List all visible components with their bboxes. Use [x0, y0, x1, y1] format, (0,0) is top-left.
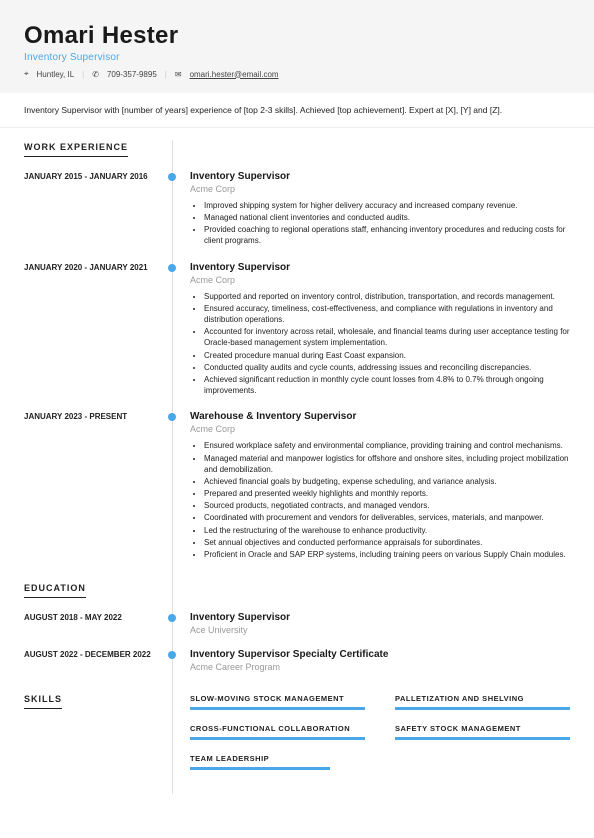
skill-item: CROSS-FUNCTIONAL COLLABORATION [190, 724, 365, 740]
timeline-dot [168, 173, 176, 181]
entry-bullets: Improved shipping system for higher deli… [190, 200, 570, 247]
entry-company: Acme Career Program [190, 662, 570, 672]
entry-body: Inventory Supervisor Acme Corp Supported a… [172, 262, 570, 398]
bullet-item: Set annual objectives and conducted perf… [204, 537, 570, 548]
entry-body: Inventory Supervisor Acme Corp Improved sh… [172, 171, 570, 248]
skill-bar [395, 707, 570, 710]
bullet-item: Created procedure manual during East Coa… [204, 350, 570, 361]
entry-bullets: Supported and reported on inventory cont… [190, 291, 570, 397]
skill-name: CROSS-FUNCTIONAL COLLABORATION [190, 724, 365, 733]
skill-bar [190, 707, 365, 710]
entry-row: JANUARY 2020 - JANUARY 2021Inventory Sup… [24, 262, 570, 398]
bullet-item: Managed material and manpower logistics … [204, 453, 570, 475]
entry-title: Inventory Supervisor Specialty Certifica… [190, 649, 570, 660]
content-area: WORK EXPERIENCE JANUARY 2015 - JANUARY 2… [0, 128, 594, 794]
entry-dates: JANUARY 2020 - JANUARY 2021 [24, 262, 172, 398]
email-icon: ✉ [175, 70, 182, 79]
phone-text: 709-357-9895 [107, 70, 157, 79]
bullet-item: Ensured workplace safety and environment… [204, 440, 570, 451]
section-header-education: EDUCATION [24, 569, 86, 598]
skill-name: SAFETY STOCK MANAGEMENT [395, 724, 570, 733]
entry-bullets: Ensured workplace safety and environment… [190, 440, 570, 560]
location-text: Huntley, IL [37, 70, 75, 79]
skill-bar [395, 737, 570, 740]
bullet-item: Improved shipping system for higher deli… [204, 200, 570, 211]
bullet-item: Prepared and presented weekly highlights… [204, 488, 570, 499]
skill-bar [190, 767, 330, 770]
section-header-skills: SKILLS [24, 680, 62, 709]
entry-title: Warehouse & Inventory Supervisor [190, 411, 570, 422]
resume-header: Omari Hester Inventory Supervisor ⌖ Hunt… [0, 0, 594, 93]
entry-title: Inventory Supervisor [190, 612, 570, 623]
entry-dates: JANUARY 2023 - PRESENT [24, 411, 172, 561]
section-header-work: WORK EXPERIENCE [24, 128, 128, 157]
entry-dates: AUGUST 2018 - MAY 2022 [24, 612, 172, 635]
skill-item: SLOW-MOVING STOCK MANAGEMENT [190, 694, 365, 710]
timeline-dot [168, 264, 176, 272]
entry-title: Inventory Supervisor [190, 262, 570, 273]
candidate-name: Omari Hester [24, 22, 570, 50]
bullet-item: Conducted quality audits and cycle count… [204, 362, 570, 373]
entry-company: Acme Corp [190, 184, 570, 194]
bullet-item: Led the restructuring of the warehouse t… [204, 525, 570, 536]
bullet-item: Managed national client inventories and … [204, 212, 570, 223]
entry-row: AUGUST 2018 - MAY 2022Inventory Supervis… [24, 612, 570, 635]
bullet-item: Supported and reported on inventory cont… [204, 291, 570, 302]
skill-bar [190, 737, 365, 740]
skill-item: SAFETY STOCK MANAGEMENT [395, 724, 570, 740]
entry-body: Inventory Supervisor Ace University [172, 612, 570, 635]
skill-item: PALLETIZATION AND SHELVING [395, 694, 570, 710]
skill-name: TEAM LEADERSHIP [190, 754, 365, 763]
entry-row: AUGUST 2022 - DECEMBER 2022 Inventory Sup… [24, 649, 570, 672]
email-link[interactable]: omari.hester@email.com [190, 70, 279, 79]
bullet-item: Proficient in Oracle and SAP ERP systems… [204, 549, 570, 560]
skill-item: TEAM LEADERSHIP [190, 754, 365, 770]
entry-company: Acme Corp [190, 424, 570, 434]
entry-dates: JANUARY 2015 - JANUARY 2016 [24, 171, 172, 248]
entry-body: Warehouse & Inventory Supervisor Acme Cor… [172, 411, 570, 561]
entry-company: Acme Corp [190, 275, 570, 285]
location-icon: ⌖ [24, 69, 29, 79]
entry-row: JANUARY 2015 - JANUARY 2016Inventory Sup… [24, 171, 570, 248]
phone-icon: ✆ [92, 70, 99, 79]
entry-title: Inventory Supervisor [190, 171, 570, 182]
bullet-item: Provided coaching to regional operations… [204, 224, 570, 246]
skills-list: SLOW-MOVING STOCK MANAGEMENT PALLETIZATIO… [172, 694, 570, 770]
contact-row: ⌖ Huntley, IL | ✆ 709-357-9895 | ✉ omari… [24, 69, 570, 79]
summary-text: Inventory Supervisor with [number of yea… [0, 93, 594, 128]
entry-company: Ace University [190, 625, 570, 635]
entry-row: JANUARY 2023 - PRESENTWarehouse & Invent… [24, 411, 570, 561]
bullet-item: Coordinated with procurement and vendors… [204, 512, 570, 523]
bullet-item: Sourced products, negotiated contracts, … [204, 500, 570, 511]
bullet-item: Ensured accuracy, timeliness, cost-effec… [204, 303, 570, 325]
separator: | [165, 70, 167, 79]
separator: | [82, 70, 84, 79]
skill-name: PALLETIZATION AND SHELVING [395, 694, 570, 703]
job-title: Inventory Supervisor [24, 52, 570, 63]
entry-body: Inventory Supervisor Specialty Certifica… [172, 649, 570, 672]
bullet-item: Achieved financial goals by budgeting, e… [204, 476, 570, 487]
skill-name: SLOW-MOVING STOCK MANAGEMENT [190, 694, 365, 703]
bullet-item: Achieved significant reduction in monthl… [204, 374, 570, 396]
bullet-item: Accounted for inventory across retail, w… [204, 326, 570, 348]
entry-dates: AUGUST 2022 - DECEMBER 2022 [24, 649, 172, 672]
